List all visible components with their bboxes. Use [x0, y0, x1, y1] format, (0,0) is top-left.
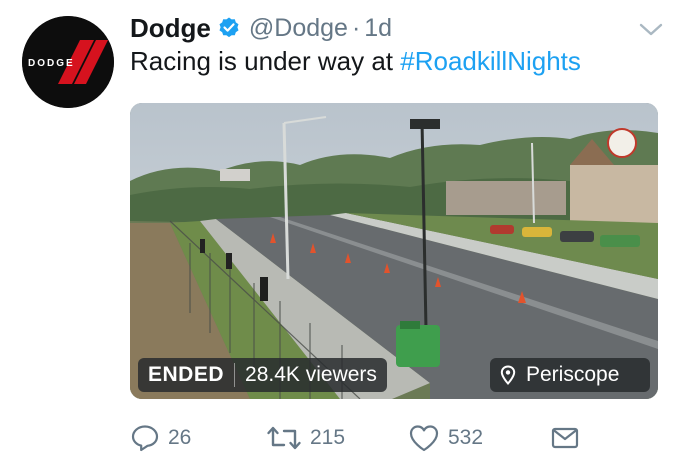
- periscope-video-thumbnail[interactable]: [130, 103, 658, 399]
- race-track-image: [130, 103, 658, 399]
- avatar[interactable]: DODGE: [22, 16, 114, 108]
- live-status-badge: ENDED 28.4K viewers: [138, 358, 387, 392]
- tweet-text-body: Racing is under way at: [130, 46, 401, 76]
- avatar-brand-text: DODGE: [28, 58, 75, 69]
- heart-icon: [409, 425, 439, 452]
- badge-divider: [234, 363, 236, 387]
- periscope-badge[interactable]: Periscope: [490, 358, 650, 392]
- retweet-icon: [267, 426, 301, 450]
- tweet-timestamp[interactable]: 1d: [364, 14, 392, 43]
- tweet-text: Racing is under way at #RoadkillNights: [130, 46, 581, 77]
- dodge-logo-icon: DODGE: [22, 16, 114, 108]
- reply-icon: [131, 425, 159, 452]
- retweet-button[interactable]: 215: [266, 420, 345, 456]
- like-count: 532: [448, 426, 484, 449]
- broadcast-status: ENDED: [148, 363, 225, 386]
- chevron-down-icon[interactable]: [638, 20, 664, 38]
- viewer-count: 28.4K viewers: [245, 363, 377, 386]
- reply-count: 26: [168, 426, 192, 449]
- verified-badge-icon: [217, 16, 241, 40]
- hashtag-link[interactable]: #RoadkillNights: [400, 46, 581, 76]
- tweet-actions: 26 215 532: [130, 420, 590, 456]
- separator-dot: ·: [351, 13, 361, 42]
- envelope-icon: [551, 427, 579, 449]
- reply-button[interactable]: 26: [130, 420, 191, 456]
- author-name[interactable]: Dodge: [130, 13, 211, 44]
- author-handle[interactable]: @Dodge: [249, 14, 348, 43]
- location-pin-icon: [500, 365, 516, 385]
- direct-message-button[interactable]: [550, 420, 588, 456]
- periscope-label: Periscope: [526, 363, 620, 386]
- tweet-header: Dodge @Dodge · 1d: [130, 10, 392, 46]
- tweet-card: DODGE Dodge @Dodge · 1d Racing is under …: [0, 0, 680, 462]
- retweet-count: 215: [310, 426, 346, 449]
- like-button[interactable]: 532: [408, 420, 483, 456]
